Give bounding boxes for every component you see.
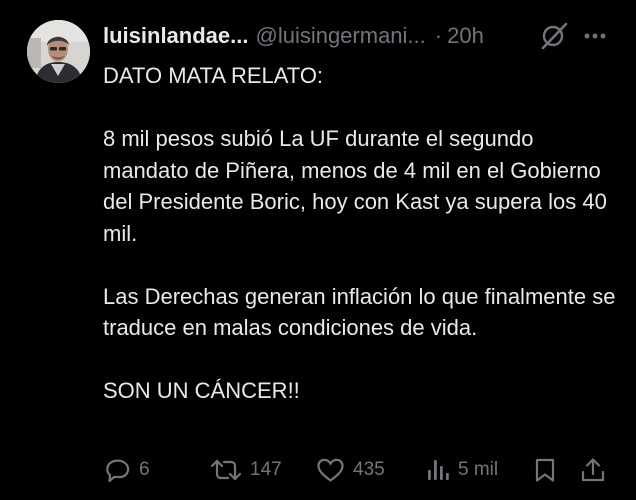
author-handle[interactable]: @luisingermani... xyxy=(255,23,425,49)
post-timestamp[interactable]: 20h xyxy=(447,23,484,49)
post-header: luisinlandae... @luisingermani... · 20h xyxy=(103,20,623,52)
post-paragraph-3: Las Derechas generan inflación lo que fi… xyxy=(103,283,616,341)
share-button[interactable] xyxy=(580,455,606,485)
like-button[interactable]: 435 xyxy=(316,455,385,485)
repost-icon xyxy=(210,459,242,481)
more-icon[interactable] xyxy=(581,22,609,50)
avatar-photo xyxy=(27,20,90,83)
grok-icon[interactable] xyxy=(539,23,569,49)
author-display-name[interactable]: luisinlandae... xyxy=(103,23,248,49)
bookmark-icon xyxy=(535,458,555,482)
reply-count: 6 xyxy=(139,459,150,480)
views-icon xyxy=(428,460,449,480)
like-icon xyxy=(317,458,344,482)
like-count: 435 xyxy=(353,459,385,480)
post-paragraph-1: DATO MATA RELATO: xyxy=(103,63,324,88)
share-icon xyxy=(581,458,605,482)
repost-count: 147 xyxy=(250,459,282,480)
post-paragraph-2: 8 mil pesos subió La UF durante el segun… xyxy=(103,126,607,246)
separator-dot: · xyxy=(434,23,443,48)
reply-button[interactable]: 6 xyxy=(104,455,150,485)
reply-icon xyxy=(106,459,130,483)
action-bar: 6 147 435 5 mil xyxy=(0,455,636,485)
views-count: 5 mil xyxy=(458,459,499,480)
avatar[interactable] xyxy=(27,20,90,83)
views-button[interactable]: 5 mil xyxy=(426,455,498,485)
post-paragraph-4: SON UN CÁNCER!! xyxy=(103,378,300,403)
repost-button[interactable]: 147 xyxy=(210,455,282,485)
bookmark-button[interactable] xyxy=(534,455,556,485)
post-text: DATO MATA RELATO: 8 mil pesos subió La U… xyxy=(103,60,623,407)
